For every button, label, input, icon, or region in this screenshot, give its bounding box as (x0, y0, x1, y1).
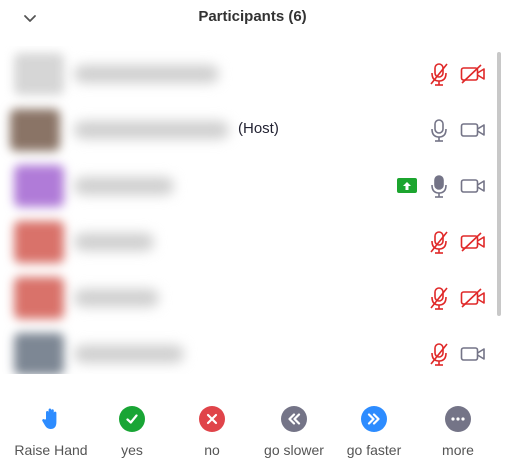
avatar (14, 53, 64, 95)
video-off-icon[interactable] (460, 64, 486, 84)
participants-header: Participants (6) (0, 0, 505, 36)
more-dots-icon (445, 406, 471, 432)
share-screen-badge (397, 178, 417, 193)
avatar (14, 221, 64, 263)
participant-row[interactable]: (Host) (0, 102, 505, 158)
video-icon[interactable] (460, 120, 486, 140)
participant-row[interactable] (0, 214, 505, 270)
yes-label: yes (121, 442, 143, 458)
rewind-icon (281, 406, 307, 432)
raise-hand-button[interactable]: Raise Hand (9, 406, 93, 458)
mic-icon[interactable] (428, 174, 450, 198)
mic-muted-icon[interactable] (428, 342, 450, 366)
yes-button[interactable]: yes (90, 406, 174, 458)
mic-muted-icon[interactable] (428, 286, 450, 310)
avatar (10, 109, 60, 151)
more-label: more (442, 442, 474, 458)
video-off-icon[interactable] (460, 288, 486, 308)
scrollbar[interactable] (497, 52, 501, 316)
participant-name (74, 233, 154, 251)
avatar (14, 165, 64, 207)
avatar (14, 333, 64, 374)
mic-muted-icon[interactable] (428, 62, 450, 86)
checkmark-icon (119, 406, 145, 432)
host-label: (Host) (238, 120, 279, 137)
participant-list: (Host) (0, 46, 505, 374)
video-icon[interactable] (460, 344, 486, 364)
participant-row[interactable] (0, 326, 505, 374)
avatar (14, 277, 64, 319)
nonverbal-feedback-bar: Raise Hand yes no go slower go faster mo… (0, 392, 505, 465)
participant-name (74, 177, 174, 195)
participant-name (74, 289, 159, 307)
fast-forward-icon (361, 406, 387, 432)
go-faster-button[interactable]: go faster (332, 406, 416, 458)
participant-name (74, 65, 219, 83)
raise-hand-label: Raise Hand (14, 442, 88, 458)
hand-icon (38, 406, 64, 432)
participant-name (74, 121, 229, 139)
video-off-icon[interactable] (460, 232, 486, 252)
participant-row[interactable] (0, 270, 505, 326)
more-button[interactable]: more (416, 406, 500, 458)
go-slower-label: go slower (264, 442, 324, 458)
arrow-up-icon (403, 181, 411, 190)
panel-title: Participants (6) (198, 8, 307, 25)
go-slower-button[interactable]: go slower (252, 406, 336, 458)
participant-row[interactable] (0, 158, 505, 214)
x-icon (199, 406, 225, 432)
no-button[interactable]: no (170, 406, 254, 458)
mic-icon[interactable] (428, 118, 450, 142)
go-faster-label: go faster (346, 442, 402, 458)
participant-row[interactable] (0, 46, 505, 102)
participant-name (74, 345, 184, 363)
video-icon[interactable] (460, 176, 486, 196)
mic-muted-icon[interactable] (428, 230, 450, 254)
no-label: no (204, 442, 220, 458)
